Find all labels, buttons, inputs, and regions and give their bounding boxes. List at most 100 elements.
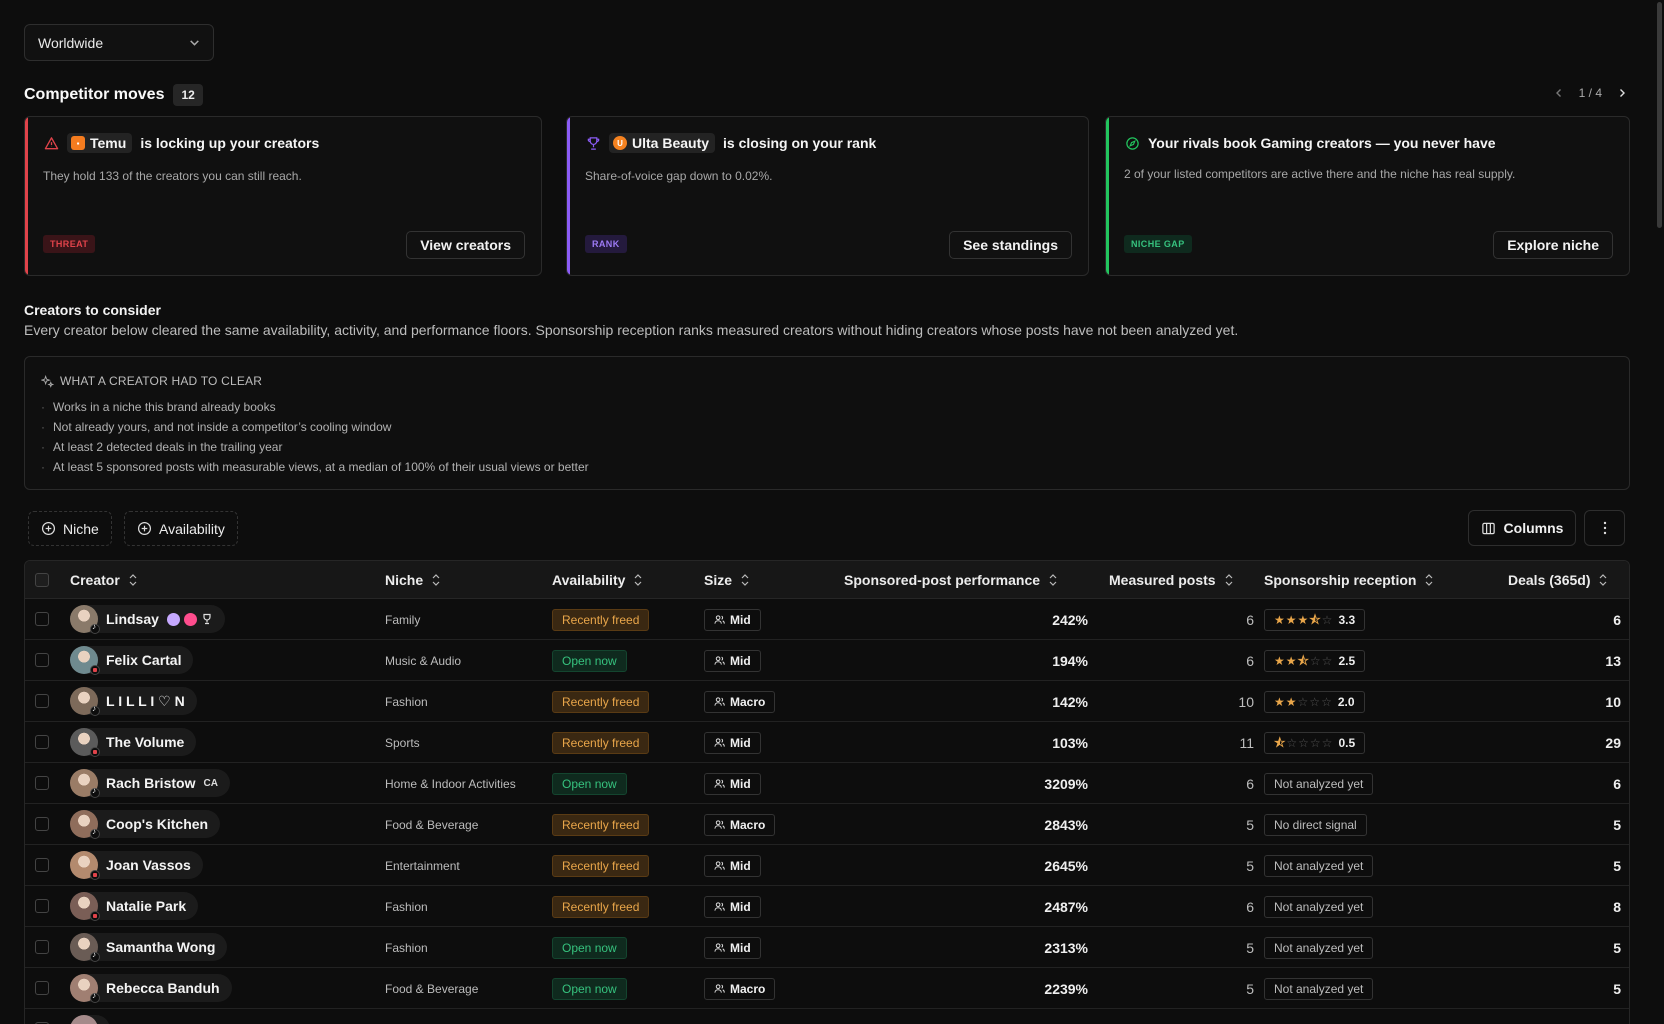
- criteria-item: · Works in a niche this brand already boo…: [41, 400, 276, 414]
- platform-icon: [90, 704, 100, 716]
- table-row[interactable]: L I L L I ♡ N Fashion Recently freed Macro 1…: [25, 681, 1629, 722]
- creator-chip[interactable]: Lindsay: [70, 605, 225, 634]
- col-sponsorship-reception[interactable]: Sponsorship reception: [1264, 561, 1434, 599]
- avatar: [70, 687, 100, 716]
- creator-chip[interactable]: Natalie Park: [70, 892, 199, 921]
- creator-chip[interactable]: Rach Bristow CA: [70, 769, 230, 798]
- reception-status: Not analyzed yet: [1264, 854, 1374, 877]
- table-row[interactable]: Joan Vassos Entertainment Recently freed Mi…: [25, 845, 1629, 886]
- table-row[interactable]: Rach Bristow CA Home & Indoor Activities Op…: [25, 763, 1629, 804]
- availability-badge: Recently freed: [552, 608, 650, 631]
- creator-chip[interactable]: L I L L I ♡ N: [70, 687, 197, 716]
- card-description: 2 of your listed competitors are active …: [1124, 167, 1516, 181]
- star-rating: ★ ★ ★ ⯪ ☆: [1274, 614, 1332, 626]
- brand-chip-ulta[interactable]: U Ulta Beauty: [609, 133, 716, 153]
- prev-page-button[interactable]: [1551, 85, 1567, 101]
- creator-chip[interactable]: Felix Cartal: [70, 646, 194, 675]
- page-scrollbar[interactable]: [1654, 0, 1664, 1024]
- table-row[interactable]: Samantha Wong Fashion Open now Mid 2313% 5 Not…: [25, 927, 1629, 968]
- explore-niche-button[interactable]: Explore niche: [1493, 231, 1613, 259]
- reception-cell: Not analyzed yet: [1264, 886, 1374, 927]
- see-standings-button[interactable]: See standings: [949, 231, 1072, 259]
- creator-chip[interactable]: Rebecca Banduh: [70, 974, 232, 1003]
- reception-cell: ★ ★ ★ ⯪ ☆ 3.3: [1264, 599, 1366, 640]
- niche-cell: Sports: [385, 735, 420, 750]
- next-page-button[interactable]: [1614, 85, 1630, 101]
- row-checkbox[interactable]: [35, 899, 49, 913]
- availability-cell: Recently freed: [552, 681, 650, 722]
- card-headline-text: is locking up your creators: [140, 135, 320, 151]
- country-code: CA: [203, 777, 218, 789]
- row-checkbox[interactable]: [35, 653, 49, 667]
- rating-value: 0.5: [1338, 735, 1356, 750]
- performance-cell: 2843%: [1044, 816, 1088, 833]
- creator-name: Samantha Wong: [106, 939, 216, 955]
- row-checkbox[interactable]: [35, 694, 49, 708]
- table-row[interactable]: The Volume Sports Recently freed Mid 103% 11 ⯪…: [25, 722, 1629, 763]
- table-row[interactable]: LindsayFamilyRecently freedMid242%6★★★⯪☆…: [25, 599, 1629, 640]
- more-options-button[interactable]: [1584, 510, 1625, 546]
- col-deals[interactable]: Deals (365d): [1508, 561, 1608, 599]
- table-row[interactable]: Coop's Kitchen Food & Beverage Recently fr…: [25, 804, 1629, 845]
- table-row[interactable]: Rebecca Banduh Food & Beverage Open now Mac…: [25, 968, 1629, 1009]
- col-niche[interactable]: Niche: [385, 561, 441, 599]
- creator-chip[interactable]: Coop's Kitchen: [70, 810, 221, 839]
- niche-filter-button[interactable]: Niche: [28, 511, 112, 546]
- col-performance[interactable]: Sponsored-post performance: [844, 561, 1058, 599]
- creator-chip[interactable]: Samantha Wong: [70, 933, 228, 962]
- region-dropdown[interactable]: Worldwide: [24, 24, 214, 61]
- creator-chip[interactable]: [70, 1015, 110, 1024]
- row-checkbox[interactable]: [35, 858, 49, 872]
- select-all-checkbox[interactable]: [35, 573, 49, 587]
- size-cell: Macro: [704, 681, 776, 722]
- availability-filter-button[interactable]: Availability: [124, 511, 238, 546]
- filter-label: Availability: [159, 520, 225, 537]
- creator-chip[interactable]: Joan Vassos: [70, 851, 203, 880]
- view-creators-button[interactable]: View creators: [406, 231, 525, 259]
- reception-cell: Not analyzed yet: [1264, 968, 1374, 1009]
- performance-cell: 103%: [1052, 734, 1088, 751]
- col-size[interactable]: Size: [704, 561, 750, 599]
- row-checkbox[interactable]: [35, 940, 49, 954]
- col-creator[interactable]: Creator: [70, 561, 138, 599]
- deals-cell: 29: [1605, 734, 1621, 751]
- columns-icon: [1481, 522, 1495, 534]
- size-badge: Mid: [704, 731, 761, 754]
- columns-button[interactable]: Columns: [1468, 510, 1576, 546]
- niche-cell: Food & Beverage: [385, 981, 479, 996]
- measured-posts-cell: 10: [1238, 693, 1254, 710]
- scrollbar-thumb[interactable]: [1657, 2, 1662, 228]
- col-measured-posts[interactable]: Measured posts: [1109, 561, 1234, 599]
- row-checkbox[interactable]: [35, 612, 49, 626]
- niche-cell: Family: [385, 612, 421, 627]
- star-icon: ★: [1285, 694, 1297, 709]
- alert-triangle-icon: [43, 135, 59, 151]
- availability-badge: Recently freed: [552, 690, 650, 713]
- creator-name: L I L L I ♡ N: [106, 692, 185, 709]
- creator-chip[interactable]: The Volume: [70, 728, 197, 757]
- platform-icon: [90, 991, 100, 1003]
- size-badge: Mid: [704, 608, 761, 631]
- row-checkbox[interactable]: [35, 735, 49, 749]
- row-checkbox[interactable]: [35, 817, 49, 831]
- card-tag: RANK: [585, 235, 627, 253]
- columns-label: Columns: [1503, 520, 1564, 536]
- table-row[interactable]: [25, 1009, 1629, 1024]
- card-tag: THREAT: [43, 235, 96, 253]
- row-checkbox[interactable]: [35, 776, 49, 790]
- brand-chip-temu[interactable]: ▪ Temu: [67, 133, 133, 153]
- card-tag: NICHE GAP: [1124, 235, 1192, 253]
- rating-value: 2.5: [1338, 653, 1356, 668]
- col-availability[interactable]: Availability: [552, 561, 643, 599]
- row-checkbox[interactable]: [35, 981, 49, 995]
- niche-cell: Home & Indoor Activities: [385, 776, 516, 791]
- measured-posts-cell: 5: [1246, 980, 1254, 997]
- size-cell: Mid: [704, 763, 761, 804]
- table-row[interactable]: Natalie Park Fashion Recently freed Mid 2487…: [25, 886, 1629, 927]
- card-pager: 1 / 4: [1551, 85, 1630, 101]
- table-row[interactable]: Felix Cartal Music & Audio Open now Mid 194%…: [25, 640, 1629, 681]
- measured-posts-cell: 6: [1246, 611, 1254, 628]
- star-icon: ☆: [1309, 653, 1321, 668]
- table-header: Creator Niche Availability Size Sponsore…: [25, 561, 1629, 599]
- star-icon: ☆: [1309, 735, 1321, 750]
